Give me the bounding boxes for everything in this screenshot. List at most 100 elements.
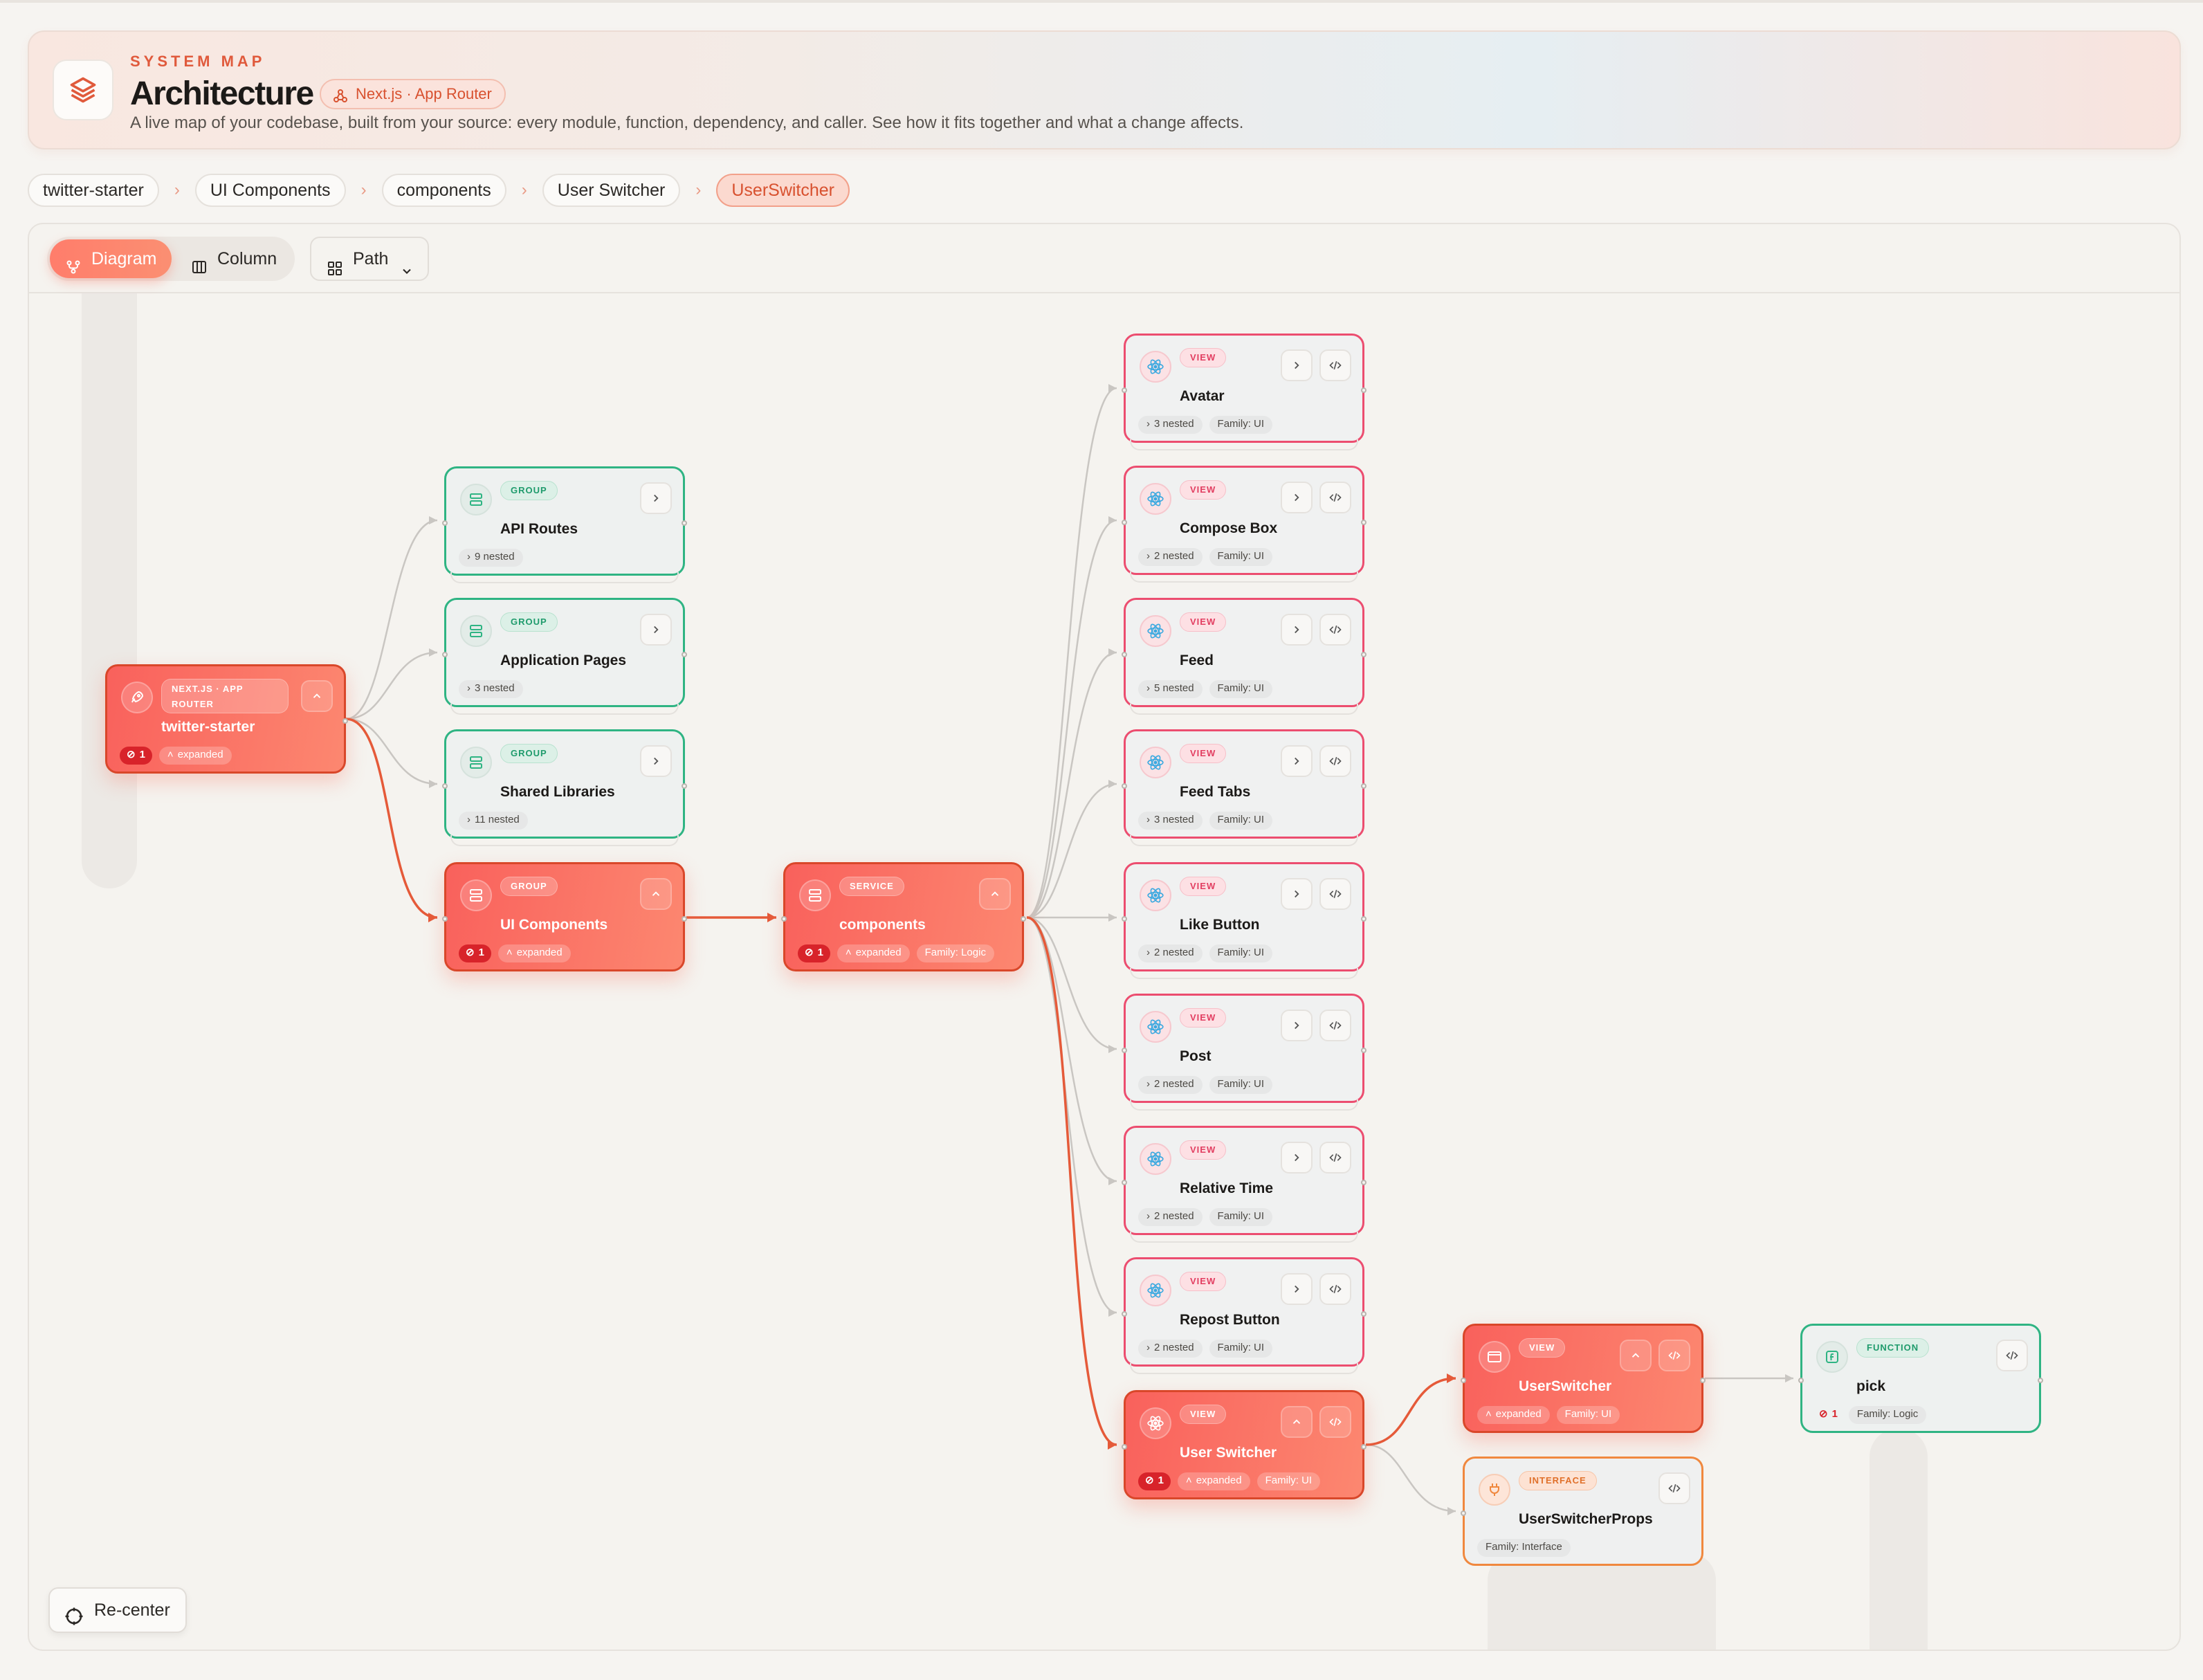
family-chip[interactable]: Family: UI: [1209, 812, 1273, 830]
output-port[interactable]: [1361, 1444, 1366, 1450]
view-code-button[interactable]: [1319, 1406, 1351, 1438]
family-chip[interactable]: Family: Logic: [916, 944, 994, 962]
input-port[interactable]: [1798, 1378, 1804, 1383]
family-chip[interactable]: Family: Logic: [1848, 1406, 1927, 1424]
open-button[interactable]: [1281, 1142, 1313, 1174]
node-ui-components[interactable]: GROUP UI Components ⊘ 1 ˄ expanded: [442, 862, 687, 971]
open-button[interactable]: [1281, 745, 1313, 777]
expanded-state-chip[interactable]: ˄ expanded: [837, 944, 910, 962]
node-userswitcherprops[interactable]: INTERFACE UserSwitcherProps Family: Inte…: [1461, 1457, 1703, 1566]
view-code-button[interactable]: [1319, 1142, 1351, 1174]
input-port[interactable]: [442, 916, 448, 922]
node-application-pages[interactable]: GROUP Application Pages › 3 nested: [442, 598, 687, 715]
node-relative-time[interactable]: VIEW Relative Time › 2 nested Family: UI: [1122, 1126, 1366, 1243]
nested-count-chip[interactable]: › 2 nested: [1138, 944, 1203, 962]
node-api-routes[interactable]: GROUP API Routes › 9 nested: [442, 466, 687, 583]
family-chip[interactable]: Family: UI: [1256, 1472, 1321, 1490]
view-code-button[interactable]: [1996, 1340, 2028, 1371]
output-port[interactable]: [1361, 387, 1366, 393]
output-port[interactable]: [1361, 652, 1366, 657]
family-chip[interactable]: Family: UI: [1209, 1208, 1273, 1226]
open-button[interactable]: [1281, 614, 1313, 646]
family-chip[interactable]: Family: UI: [1209, 416, 1273, 434]
open-button[interactable]: [1281, 482, 1313, 513]
nested-count-chip[interactable]: › 3 nested: [459, 680, 523, 698]
collapse-button[interactable]: [640, 878, 672, 910]
node-userswitcher[interactable]: VIEW UserSwitcher ˄ expanded Family: UI: [1461, 1324, 1706, 1433]
view-code-button[interactable]: [1319, 878, 1351, 910]
output-port[interactable]: [1361, 1048, 1366, 1053]
diagram-canvas[interactable]: Diagram Column Path NEXT.JS · APP ROUTER…: [28, 223, 2181, 1651]
family-chip[interactable]: Family: UI: [1209, 548, 1273, 566]
open-button[interactable]: [1281, 1010, 1313, 1041]
family-chip[interactable]: Family: UI: [1209, 1076, 1273, 1094]
node-compose-box[interactable]: VIEW Compose Box › 2 nested Family: UI: [1122, 466, 1366, 583]
input-port[interactable]: [1122, 387, 1127, 393]
input-port[interactable]: [442, 783, 448, 789]
node-feed-tabs[interactable]: VIEW Feed Tabs › 3 nested Family: UI: [1122, 729, 1366, 846]
output-port[interactable]: [682, 916, 687, 922]
node-like-button[interactable]: VIEW Like Button › 2 nested Family: UI: [1122, 862, 1366, 979]
family-chip[interactable]: Family: Interface: [1477, 1539, 1571, 1557]
expanded-state-chip[interactable]: ˄ expanded: [1477, 1406, 1550, 1424]
input-port[interactable]: [1122, 652, 1127, 657]
input-port[interactable]: [1122, 1444, 1127, 1450]
node-user-switcher[interactable]: VIEW User Switcher ⊘ 1 ˄ expanded Family: …: [1122, 1390, 1366, 1499]
breadcrumb-item[interactable]: components: [381, 174, 506, 207]
family-chip[interactable]: Family: UI: [1556, 1406, 1620, 1424]
open-button[interactable]: [1281, 878, 1313, 910]
input-port[interactable]: [1122, 1180, 1127, 1185]
input-port[interactable]: [1122, 916, 1127, 922]
family-chip[interactable]: Family: UI: [1209, 680, 1273, 698]
breadcrumb-item[interactable]: UI Components: [194, 174, 346, 207]
view-code-button[interactable]: [1319, 614, 1351, 646]
node-twitter-starter[interactable]: NEXT.JS · APP ROUTER twitter-starter ⊘ 1 …: [105, 664, 348, 774]
family-chip[interactable]: Family: UI: [1209, 1340, 1273, 1358]
nested-count-chip[interactable]: › 5 nested: [1138, 680, 1203, 698]
collapse-button[interactable]: [301, 680, 333, 712]
output-port[interactable]: [682, 783, 687, 789]
collapse-button[interactable]: [1281, 1406, 1313, 1438]
view-code-button[interactable]: [1658, 1472, 1690, 1504]
input-port[interactable]: [1122, 783, 1127, 789]
open-button[interactable]: [640, 482, 672, 514]
nested-count-chip[interactable]: › 3 nested: [1138, 812, 1203, 830]
view-code-button[interactable]: [1658, 1340, 1690, 1371]
nested-count-chip[interactable]: › 2 nested: [1138, 1076, 1203, 1094]
input-port[interactable]: [1122, 520, 1127, 525]
alert-count-badge[interactable]: ⊘ 1: [459, 944, 491, 962]
breadcrumb-item[interactable]: twitter-starter: [28, 174, 159, 207]
alert-count-badge[interactable]: ⊘ 1: [1138, 1472, 1171, 1490]
nested-count-chip[interactable]: › 2 nested: [1138, 1340, 1203, 1358]
view-code-button[interactable]: [1319, 1273, 1351, 1305]
open-button[interactable]: [640, 745, 672, 777]
node-avatar[interactable]: VIEW Avatar › 3 nested Family: UI: [1122, 334, 1366, 450]
node-feed[interactable]: VIEW Feed › 5 nested Family: UI: [1122, 598, 1366, 715]
node-post[interactable]: VIEW Post › 2 nested Family: UI: [1122, 994, 1366, 1111]
expanded-state-chip[interactable]: ˄ expanded: [1177, 1472, 1250, 1490]
output-port[interactable]: [1361, 1180, 1366, 1185]
open-button[interactable]: [640, 614, 672, 646]
input-port[interactable]: [781, 916, 787, 922]
family-chip[interactable]: Family: UI: [1209, 944, 1273, 962]
expanded-state-chip[interactable]: ˄ expanded: [497, 944, 571, 962]
nested-count-chip[interactable]: › 11 nested: [459, 812, 528, 830]
alert-count-badge[interactable]: ⊘ 1: [120, 747, 152, 765]
view-code-button[interactable]: [1319, 349, 1351, 381]
view-code-button[interactable]: [1319, 745, 1351, 777]
output-port[interactable]: [1021, 916, 1026, 922]
nested-count-chip[interactable]: › 3 nested: [1138, 416, 1203, 434]
nested-count-chip[interactable]: › 2 nested: [1138, 548, 1203, 566]
output-port[interactable]: [1700, 1378, 1706, 1383]
output-port[interactable]: [682, 520, 687, 526]
input-port[interactable]: [442, 652, 448, 657]
output-port[interactable]: [1361, 1311, 1366, 1317]
output-port[interactable]: [1361, 520, 1366, 525]
breadcrumb-item[interactable]: User Switcher: [542, 174, 681, 207]
output-port[interactable]: [342, 718, 348, 724]
input-port[interactable]: [1122, 1048, 1127, 1053]
node-pick[interactable]: FUNCTION pick ⊘ 1 Family: Logic: [1798, 1324, 2043, 1433]
output-port[interactable]: [682, 652, 687, 657]
alert-count-badge[interactable]: ⊘ 1: [798, 944, 830, 962]
output-port[interactable]: [2038, 1378, 2043, 1383]
